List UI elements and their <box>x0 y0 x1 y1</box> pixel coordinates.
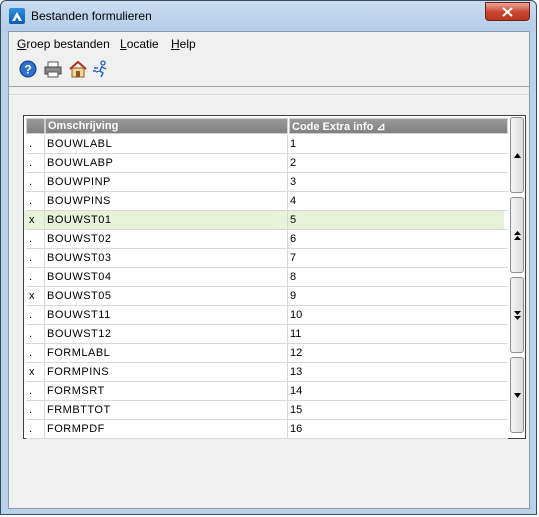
table-row[interactable]: . FORMSRT 14 <box>24 382 508 401</box>
row-mark: . <box>26 135 45 154</box>
row-mark: . <box>26 268 45 287</box>
row-omschrijving: BOUWST05 <box>45 287 288 306</box>
row-omschrijving: FRMBTTOT <box>45 401 288 420</box>
table-row[interactable]: x FORMPINS 13 <box>24 363 508 382</box>
row-code: 5 <box>288 211 508 230</box>
table-row[interactable]: . FORMPDF 16 <box>24 420 508 439</box>
row-mark: x <box>26 287 45 306</box>
scroll-down-button[interactable] <box>510 357 524 433</box>
column-header-mark[interactable] <box>26 118 45 134</box>
row-code: 12 <box>288 344 508 363</box>
home-icon <box>69 60 87 78</box>
data-grid[interactable]: Omschrijving Code Extra info ⊿ . BOUWLABL… <box>23 115 526 439</box>
row-omschrijving: BOUWPINP <box>45 173 288 192</box>
row-code: 2 <box>288 154 508 173</box>
row-omschrijving: BOUWST04 <box>45 268 288 287</box>
row-mark: . <box>26 306 45 325</box>
row-omschrijving: BOUWPINS <box>45 192 288 211</box>
row-mark: . <box>26 230 45 249</box>
home-button[interactable] <box>68 60 88 80</box>
row-code: 1 <box>288 135 508 154</box>
row-code: 6 <box>288 230 508 249</box>
row-code: 14 <box>288 382 508 401</box>
table-row[interactable]: . BOUWPINP 3 <box>24 173 508 192</box>
table-row[interactable]: x BOUWST05 9 <box>24 287 508 306</box>
row-omschrijving: BOUWST03 <box>45 249 288 268</box>
page-up-button[interactable] <box>510 197 524 273</box>
row-mark: . <box>26 249 45 268</box>
row-code: 8 <box>288 268 508 287</box>
row-omschrijving: BOUWLABL <box>45 135 288 154</box>
table-row[interactable]: . BOUWPINS 4 <box>24 192 508 211</box>
row-omschrijving: FORMPDF <box>45 420 288 439</box>
separator <box>9 94 529 95</box>
row-mark: . <box>26 382 45 401</box>
help-button[interactable]: ? <box>19 60 39 80</box>
row-mark: . <box>26 154 45 173</box>
row-mark: . <box>26 192 45 211</box>
double-arrow-down-icon <box>514 311 521 320</box>
close-button[interactable] <box>485 2 530 21</box>
table-row[interactable]: . BOUWST03 7 <box>24 249 508 268</box>
row-mark: . <box>26 173 45 192</box>
column-header-code[interactable]: Code Extra info ⊿ <box>289 118 508 134</box>
row-code: 3 <box>288 173 508 192</box>
help-icon: ? <box>19 60 37 78</box>
row-omschrijving: BOUWST02 <box>45 230 288 249</box>
table-row[interactable]: . FORMLABL 12 <box>24 344 508 363</box>
table-row[interactable]: x BOUWST01 5 <box>24 211 508 230</box>
row-code: 4 <box>288 192 508 211</box>
menu-groep-bestanden[interactable]: Groep bestanden <box>17 37 110 51</box>
row-omschrijving: BOUWST11 <box>45 306 288 325</box>
row-omschrijving: BOUWST01 <box>45 211 288 230</box>
row-mark: . <box>26 420 45 439</box>
row-omschrijving: BOUWST12 <box>45 325 288 344</box>
run-icon <box>93 60 107 78</box>
menu-help[interactable]: Help <box>171 37 196 51</box>
row-omschrijving: FORMPINS <box>45 363 288 382</box>
table-row[interactable]: . BOUWST02 6 <box>24 230 508 249</box>
menu-bar: Groep bestanden Locatie Help <box>9 32 529 54</box>
column-header-omschrijving[interactable]: Omschrijving <box>45 118 288 134</box>
svg-text:?: ? <box>24 63 31 77</box>
arrow-down-icon <box>514 393 521 398</box>
row-code: 9 <box>288 287 508 306</box>
client-area: Groep bestanden Locatie Help ? Omschrijv… <box>8 31 530 509</box>
row-code: 7 <box>288 249 508 268</box>
table-row[interactable]: . FRMBTTOT 15 <box>24 401 508 420</box>
row-mark: . <box>26 325 45 344</box>
title-bar[interactable]: Bestanden formulieren <box>1 1 536 31</box>
print-button[interactable] <box>44 60 64 80</box>
window-title: Bestanden formulieren <box>31 9 152 23</box>
row-code: 15 <box>288 401 508 420</box>
table-row[interactable]: . BOUWLABL 1 <box>24 135 508 154</box>
page-down-button[interactable] <box>510 277 524 353</box>
menu-locatie[interactable]: Locatie <box>120 37 159 51</box>
row-mark: x <box>26 211 45 230</box>
row-code: 16 <box>288 420 508 439</box>
table-row[interactable]: . BOUWST11 10 <box>24 306 508 325</box>
scroll-up-button[interactable] <box>510 117 524 193</box>
row-omschrijving: FORMSRT <box>45 382 288 401</box>
row-omschrijving: BOUWLABP <box>45 154 288 173</box>
row-omschrijving: FORMLABL <box>45 344 288 363</box>
double-arrow-up-icon <box>514 231 521 240</box>
run-button[interactable] <box>92 60 112 80</box>
row-code: 10 <box>288 306 508 325</box>
arrow-up-icon <box>514 153 521 158</box>
toolbar: ? <box>9 54 529 87</box>
row-mark: . <box>26 344 45 363</box>
window: Bestanden formulieren Groep bestanden Lo… <box>0 0 537 515</box>
table-row[interactable]: . BOUWLABP 2 <box>24 154 508 173</box>
row-code: 13 <box>288 363 508 382</box>
row-mark: x <box>26 363 45 382</box>
table-row[interactable]: . BOUWST04 8 <box>24 268 508 287</box>
print-icon <box>44 61 62 78</box>
row-code: 11 <box>288 325 508 344</box>
row-mark: . <box>26 401 45 420</box>
table-row[interactable]: . BOUWST12 11 <box>24 325 508 344</box>
close-icon <box>502 7 513 17</box>
app-icon <box>9 8 25 24</box>
